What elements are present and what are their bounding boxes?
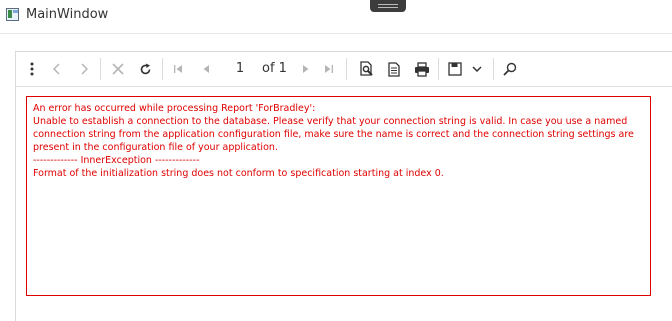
toolbar-separator	[346, 58, 347, 80]
forward-icon[interactable]	[76, 57, 92, 81]
back-icon[interactable]	[49, 57, 65, 81]
save-dropdown-icon[interactable]	[469, 57, 485, 81]
window-title: MainWindow	[26, 7, 109, 22]
error-message-panel: An error has occurred while processing R…	[26, 96, 651, 296]
error-detail: Unable to establish a connection to the …	[33, 116, 634, 153]
inner-exception-divider: ------------- InnerException -----------…	[33, 155, 200, 166]
next-page-icon[interactable]	[298, 57, 314, 81]
first-page-icon[interactable]	[170, 57, 186, 81]
report-toolbar: 1 of 1	[16, 52, 672, 87]
total-pages: 1	[278, 61, 287, 76]
toolbar-separator	[162, 58, 163, 80]
page-setup-icon[interactable]	[385, 57, 403, 81]
stop-icon[interactable]	[110, 57, 126, 81]
toolbar-separator	[493, 58, 494, 80]
print-preview-icon[interactable]	[357, 57, 375, 81]
inner-exception-message: Format of the initialization string does…	[33, 168, 444, 179]
find-icon[interactable]	[501, 57, 519, 81]
save-icon[interactable]	[446, 57, 464, 81]
app-window-icon	[6, 8, 19, 21]
last-page-icon[interactable]	[321, 57, 337, 81]
error-heading: An error has occurred while processing R…	[33, 103, 316, 114]
toolbar-separator	[100, 58, 101, 80]
print-icon[interactable]	[412, 57, 432, 81]
more-icon[interactable]	[26, 57, 38, 81]
refresh-icon[interactable]	[137, 57, 153, 81]
title-bar: MainWindow	[0, 0, 672, 34]
drag-handle[interactable]	[370, 0, 406, 12]
current-page-input[interactable]: 1	[231, 60, 249, 78]
of-label: of	[262, 61, 275, 76]
previous-page-icon[interactable]	[198, 57, 214, 81]
page-count-label: of 1	[262, 61, 287, 76]
toolbar-separator	[438, 58, 439, 80]
report-viewer: 1 of 1 An error has occurred while proce…	[15, 51, 672, 321]
